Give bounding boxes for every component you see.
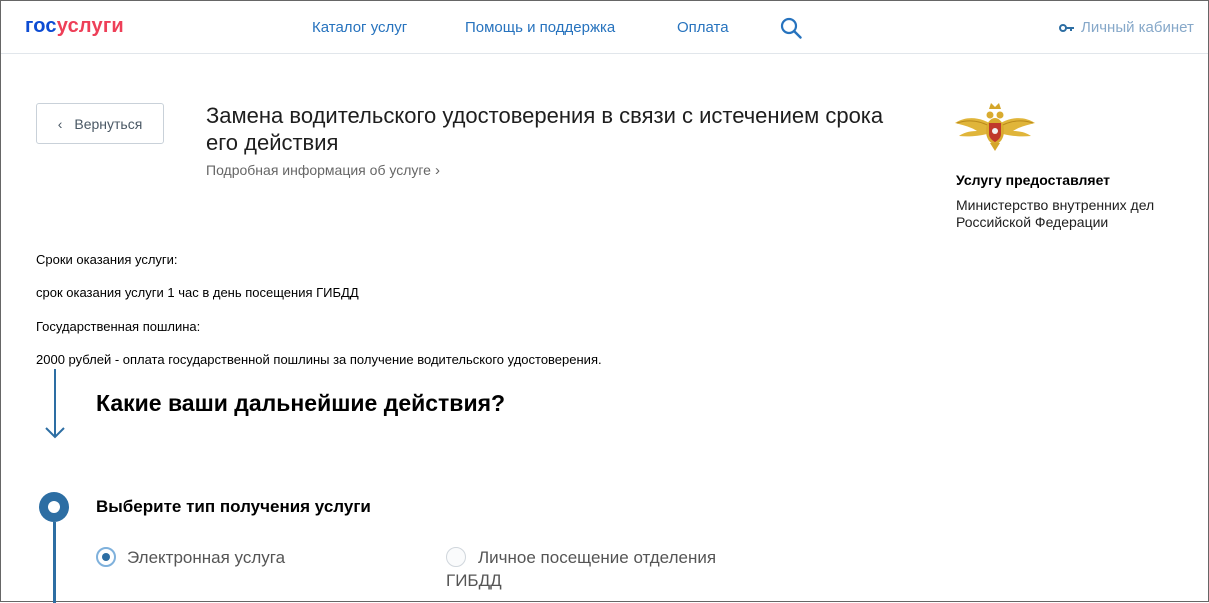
actions-heading: Какие ваши дальнейшие действия? [96,390,506,416]
info-term-heading: Сроки оказания услуги: [36,252,178,267]
back-button-label: Вернуться [74,115,143,132]
logo-part-uslugi: услуги [56,15,124,37]
provider-name: Министерство внутренних дел Российской Ф… [956,197,1155,230]
logo-part-gos: гос [25,15,57,37]
radio-electronic-service[interactable] [96,547,116,567]
option-electronic-label[interactable]: Электронная услуга [127,548,285,568]
info-fee-value: 2000 рублей - оплата государственной пош… [36,352,602,367]
option-visit-label-line1[interactable]: Личное посещение отделения [478,548,716,568]
arrow-down-icon [45,369,65,439]
chevron-left-icon: ‹ [57,115,63,132]
more-info-label: Подробная информация об услуге [206,162,431,178]
key-icon [1059,24,1074,32]
personal-cabinet-link[interactable]: Личный кабинет [1059,19,1194,36]
gosuslugi-logo[interactable]: госуслуги [25,15,124,38]
step-line [53,522,56,603]
nav-help-link[interactable]: Помощь и поддержка [465,19,615,36]
radio-personal-visit[interactable] [446,547,466,567]
more-info-link[interactable]: Подробная информация об услуге › [206,162,440,179]
step-indicator [39,492,69,522]
cabinet-label: Личный кабинет [1081,19,1194,36]
step-title: Выберите тип получения услуги [96,497,371,516]
top-header: госуслуги Каталог услуг Помощь и поддерж… [1,1,1208,54]
option-visit-label-line2[interactable]: ГИБДД [446,571,502,591]
search-icon[interactable] [780,17,802,39]
provider-heading: Услугу предоставляет [956,172,1111,188]
nav-catalog-link[interactable]: Каталог услуг [312,19,407,36]
chevron-right-icon: › [434,162,440,179]
back-button[interactable]: ‹ Вернуться [36,103,164,144]
nav-payment-link[interactable]: Оплата [677,19,729,36]
mvd-emblem-icon [955,103,1035,151]
info-term-value: срок оказания услуги 1 час в день посеще… [36,285,359,300]
page-title: Замена водительского удостоверения в свя… [206,103,884,155]
info-fee-heading: Государственная пошлина: [36,319,201,334]
